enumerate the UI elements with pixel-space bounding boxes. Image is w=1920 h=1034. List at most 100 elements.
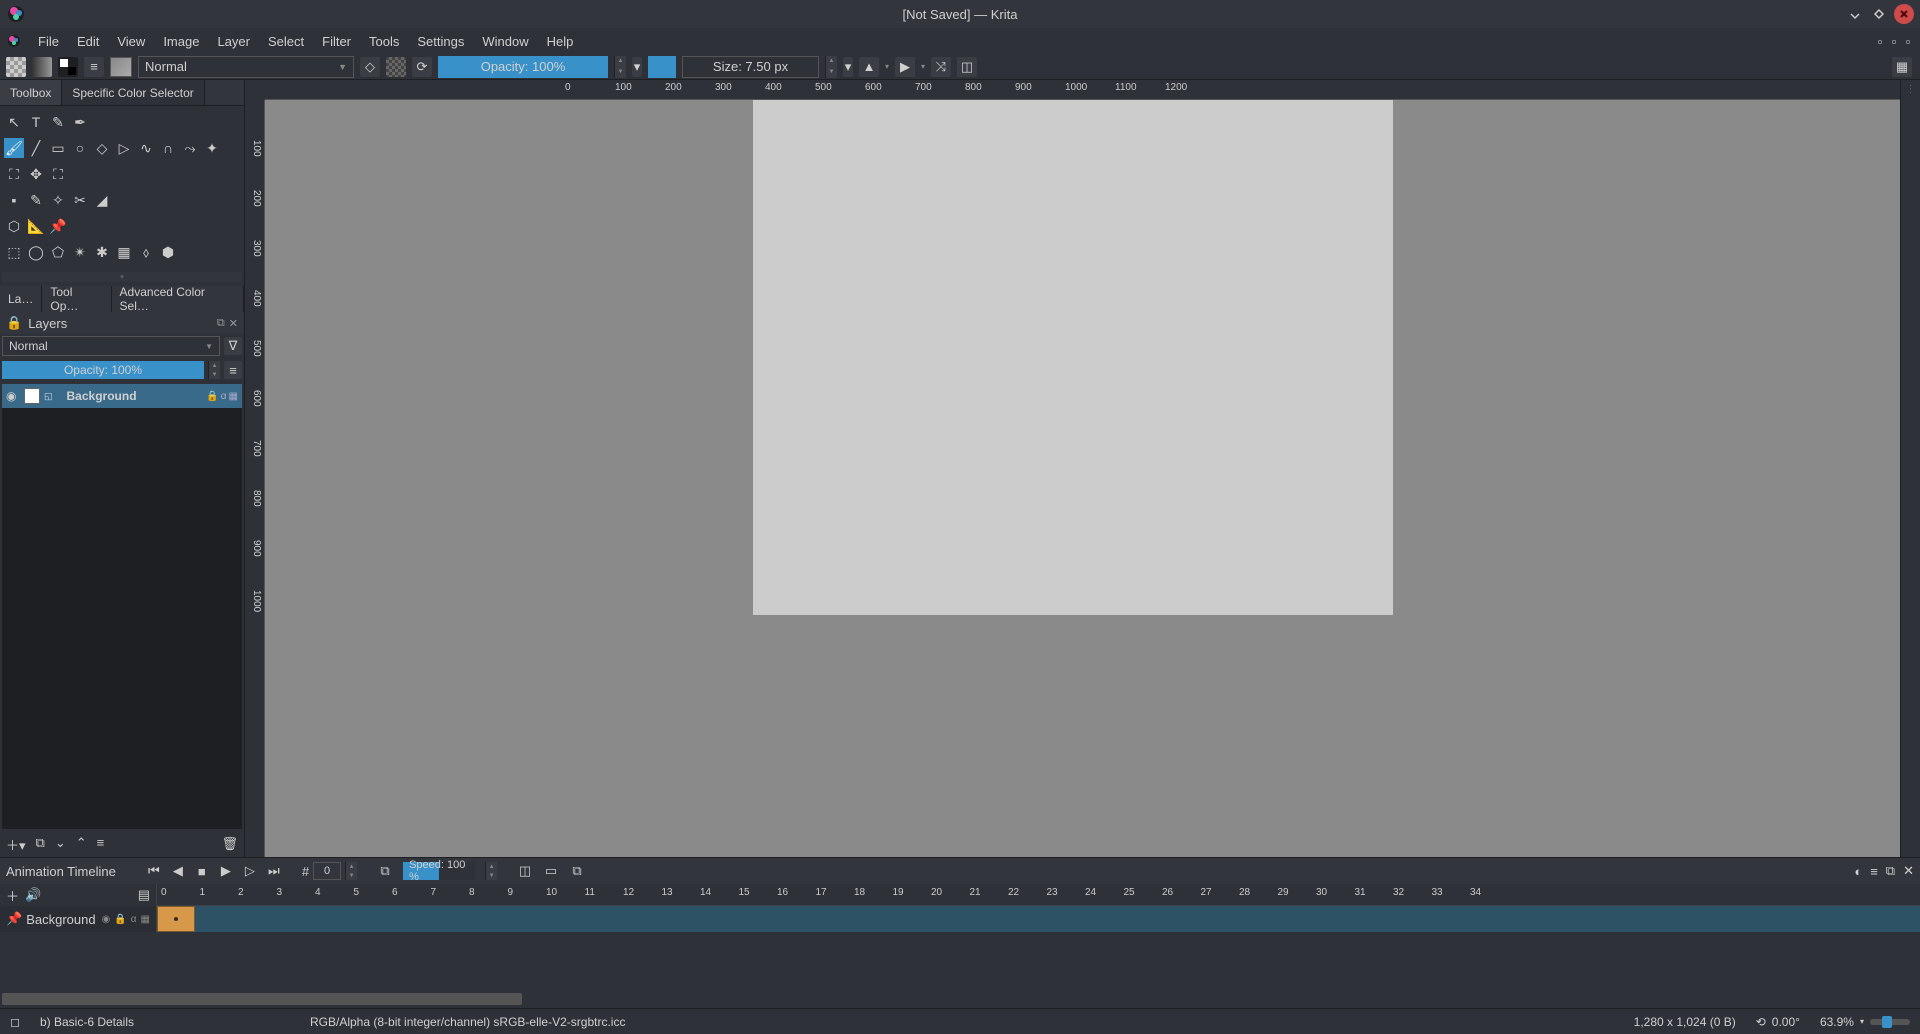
reload-icon[interactable]: ⟳ <box>412 57 432 77</box>
onion-skin-icon-1[interactable]: ◫ <box>517 863 533 879</box>
zoom-dropdown-icon[interactable]: ▾ <box>1860 1017 1864 1026</box>
blend-mode-select[interactable]: Normal ▼ <box>138 56 354 78</box>
brush-settings-icon[interactable]: ≡ <box>84 57 104 77</box>
viewport[interactable] <box>265 100 1880 857</box>
mirror-v-icon[interactable]: ▶ <box>895 57 915 77</box>
track-onion-icon[interactable]: ▦ <box>141 914 150 925</box>
prev-frame-icon[interactable]: ◀ <box>170 863 186 879</box>
size-dropdown-icon[interactable]: ▾ <box>843 57 853 77</box>
track-lock-icon[interactable]: 🔒 <box>114 914 126 925</box>
tab-toolbox[interactable]: Toolbox <box>0 80 62 105</box>
right-panel-handle-icon[interactable]: ⋮ <box>1906 84 1916 95</box>
choose-workspace-icon[interactable]: ▦ <box>1892 57 1912 77</box>
workspace-icon-1[interactable]: ▫ <box>1874 35 1886 47</box>
text-tool-icon[interactable]: T <box>26 112 46 132</box>
layer-menu-icon[interactable]: ≡ <box>224 361 242 379</box>
keyframe-0[interactable] <box>157 906 195 932</box>
magnetic-select-icon[interactable]: ⬢ <box>158 242 178 262</box>
tab-specific-color[interactable]: Specific Color Selector <box>62 80 204 105</box>
brush-preset-swatch[interactable] <box>110 57 132 77</box>
freehand-select-icon[interactable]: ✴ <box>70 242 90 262</box>
anim-settings-icon[interactable]: ◐ <box>1854 864 1862 879</box>
wrap-icon[interactable]: ⤨ <box>931 57 951 77</box>
size-spinner[interactable]: ▲▼ <box>825 56 837 78</box>
skip-start-icon[interactable]: ⏮ <box>146 863 162 879</box>
rect-select-icon[interactable]: ⬚ <box>4 242 24 262</box>
layer-blend-select[interactable]: Normal ▼ <box>2 336 220 356</box>
menu-help[interactable]: Help <box>539 31 582 52</box>
pin-track-icon[interactable]: 📌 <box>6 911 22 927</box>
layer-opacity-slider[interactable]: Opacity: 100% <box>2 361 204 379</box>
pattern-icon[interactable] <box>6 57 26 77</box>
filter-layers-icon[interactable]: ∇ <box>224 337 242 355</box>
rect-tool-icon[interactable]: ▭ <box>48 138 68 158</box>
brush-tool-icon[interactable]: 🖌 <box>4 138 24 158</box>
zoom-slider[interactable] <box>1870 1019 1910 1025</box>
timeline-track-area[interactable]: 0123456789101112131415161718192021222324… <box>157 884 1920 932</box>
polygon-select-icon[interactable]: ⬠ <box>48 242 68 262</box>
stop-icon[interactable]: ■ <box>194 863 210 879</box>
layer-opacity-spinner[interactable]: ▲▼ <box>208 361 220 379</box>
workspace-icon-2[interactable]: ▫ <box>1888 35 1900 47</box>
move-layer-icon[interactable]: ✥ <box>26 164 46 184</box>
pattern-edit-icon[interactable]: ◢ <box>92 190 112 210</box>
opacity-slider[interactable]: Opacity: 100% <box>438 56 608 78</box>
track-name[interactable]: Background <box>26 912 97 927</box>
opacity-dropdown-icon[interactable]: ▾ <box>632 57 642 77</box>
layer-alpha-icon[interactable]: α <box>221 391 227 402</box>
audio-icon[interactable]: 🔊 <box>25 887 41 903</box>
menu-layer[interactable]: Layer <box>209 31 258 52</box>
speed-spinner[interactable]: ▲▼ <box>485 862 497 880</box>
move-tool-icon[interactable]: ↖ <box>4 112 24 132</box>
reference-icon[interactable]: 📌 <box>48 216 68 236</box>
menu-select[interactable]: Select <box>260 31 312 52</box>
similar-select-icon[interactable]: ▦ <box>114 242 134 262</box>
anim-close-icon[interactable]: ✕ <box>1903 863 1914 879</box>
crop-tool-icon[interactable]: ⛶ <box>48 164 68 184</box>
menu-image[interactable]: Image <box>155 31 207 52</box>
smart-patch-icon[interactable]: ✧ <box>48 190 68 210</box>
tab-layers-short[interactable]: La… <box>0 286 42 312</box>
layer-lock-icon[interactable]: 🔒 <box>206 391 218 402</box>
bezier-tool-icon[interactable]: ∿ <box>136 138 156 158</box>
bezier-select-icon[interactable]: ⬨ <box>136 242 156 262</box>
layer-props-icon[interactable]: ≡ <box>97 835 105 854</box>
menu-settings[interactable]: Settings <box>409 31 472 52</box>
menu-file[interactable]: File <box>30 31 67 52</box>
selection-mode-icon[interactable]: ◻ <box>10 1015 20 1029</box>
anim-float-icon[interactable]: ⧉ <box>1886 863 1895 879</box>
assistant-tool-icon[interactable]: ⬡ <box>4 216 24 236</box>
current-frame-input[interactable]: 0 <box>313 862 341 880</box>
dynamic-brush-icon[interactable]: ⤳ <box>180 138 200 158</box>
frame-spinner[interactable]: ▲▼ <box>345 862 357 880</box>
move-up-icon[interactable]: ⌃ <box>76 835 87 854</box>
rotate-canvas-icon[interactable]: ⟲ <box>1756 1015 1766 1029</box>
measure-tool-icon[interactable]: 📐 <box>26 216 46 236</box>
alpha-lock-icon[interactable] <box>386 57 406 77</box>
drop-frames-icon[interactable]: ⧉ <box>377 863 393 879</box>
window-minimize-icon[interactable] <box>1846 5 1864 23</box>
eraser-icon[interactable]: ◇ <box>360 57 380 77</box>
status-zoom[interactable]: 63.9% <box>1820 1015 1854 1029</box>
canvas[interactable] <box>753 100 1393 615</box>
tab-advanced-color[interactable]: Advanced Color Sel… <box>112 286 244 312</box>
track-menu-icon[interactable]: ▤ <box>138 887 150 903</box>
color-picker-icon[interactable]: ✎ <box>26 190 46 210</box>
line-tool-icon[interactable]: ╱ <box>26 138 46 158</box>
anim-menu-icon[interactable]: ≡ <box>1870 864 1878 879</box>
visibility-icon[interactable]: ◉ <box>6 389 20 403</box>
float-panel-icon[interactable]: ⧉ <box>217 317 225 330</box>
delete-layer-icon[interactable]: 🗑 <box>221 836 238 852</box>
frame-track[interactable] <box>157 906 1920 932</box>
play-icon[interactable]: ▶ <box>218 863 234 879</box>
skip-end-icon[interactable]: ⏭ <box>266 863 282 879</box>
onion-skin-icon-2[interactable]: ▭ <box>543 863 559 879</box>
layer-name[interactable]: Background <box>57 389 203 403</box>
polygon-tool-icon[interactable]: ◇ <box>92 138 112 158</box>
tab-tool-options[interactable]: Tool Op… <box>42 286 111 312</box>
gradient-tool-icon[interactable]: ✂ <box>70 190 90 210</box>
menu-view[interactable]: View <box>109 31 153 52</box>
add-track-icon[interactable]: ＋ <box>6 886 19 905</box>
track-vis-icon[interactable]: ◉ <box>102 914 111 925</box>
workspace-chooser-icon[interactable]: ◫ <box>957 57 977 77</box>
